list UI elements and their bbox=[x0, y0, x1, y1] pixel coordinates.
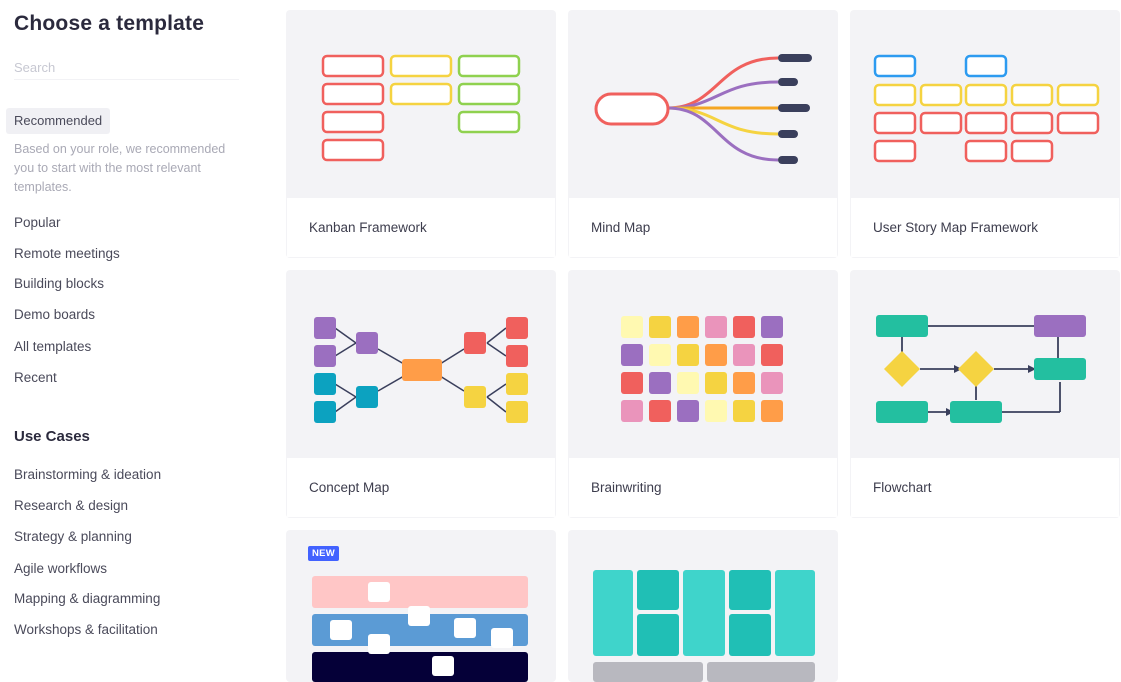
nav-item-all-templates[interactable]: All templates bbox=[14, 339, 91, 354]
template-card-label: Kanban Framework bbox=[286, 198, 556, 258]
template-card-label: Mind Map bbox=[568, 198, 838, 258]
template-card-new[interactable]: NEW bbox=[286, 530, 556, 682]
nav-item-building-blocks[interactable]: Building blocks bbox=[14, 276, 104, 291]
brainwriting-preview bbox=[621, 316, 783, 422]
nav-item-popular[interactable]: Popular bbox=[14, 215, 61, 230]
use-case-brainstorming[interactable]: Brainstorming & ideation bbox=[14, 467, 161, 482]
sidebar: Choose a template Recommended Based on y… bbox=[0, 0, 260, 682]
template-card-label: Brainwriting bbox=[568, 458, 838, 518]
nav-item-remote-meetings[interactable]: Remote meetings bbox=[14, 246, 120, 261]
flowchart-preview bbox=[876, 315, 1086, 423]
use-case-mapping-diagramming[interactable]: Mapping & diagramming bbox=[14, 591, 160, 606]
template-card-user-story-map[interactable]: User Story Map Framework bbox=[850, 10, 1120, 258]
use-case-research-design[interactable]: Research & design bbox=[14, 498, 128, 513]
user-story-map-preview bbox=[873, 54, 1100, 163]
template-card-label: User Story Map Framework bbox=[850, 198, 1120, 258]
nav-item-demo-boards[interactable]: Demo boards bbox=[14, 307, 95, 322]
template-card-kanban[interactable]: Kanban Framework bbox=[286, 10, 556, 258]
use-case-agile-workflows[interactable]: Agile workflows bbox=[14, 561, 107, 576]
template-card-mind-map[interactable]: Mind Map bbox=[568, 10, 838, 258]
template-card-flowchart[interactable]: Flowchart bbox=[850, 270, 1120, 518]
concept-map-preview bbox=[314, 317, 528, 423]
template-card-concept-map[interactable]: Concept Map bbox=[286, 270, 556, 518]
new-badge: NEW bbox=[308, 546, 340, 561]
template-card-label: Concept Map bbox=[286, 458, 556, 518]
template-card-brainwriting[interactable]: Brainwriting bbox=[568, 270, 838, 518]
nav-item-recent[interactable]: Recent bbox=[14, 370, 57, 385]
template-card-label: Flowchart bbox=[850, 458, 1120, 518]
search-input[interactable] bbox=[14, 56, 239, 80]
use-case-workshops-facilitation[interactable]: Workshops & facilitation bbox=[14, 622, 158, 637]
kanban-preview bbox=[321, 54, 521, 162]
recommended-description: Based on your role, we recommended you t… bbox=[14, 142, 226, 194]
nav-item-recommended[interactable]: Recommended bbox=[6, 108, 111, 134]
grid-template-preview bbox=[593, 570, 815, 682]
use-case-strategy-planning[interactable]: Strategy & planning bbox=[14, 529, 132, 544]
mind-map-preview bbox=[594, 54, 812, 164]
page-title: Choose a template bbox=[14, 12, 205, 35]
use-cases-heading: Use Cases bbox=[14, 428, 90, 445]
template-card-grid[interactable] bbox=[568, 530, 838, 682]
